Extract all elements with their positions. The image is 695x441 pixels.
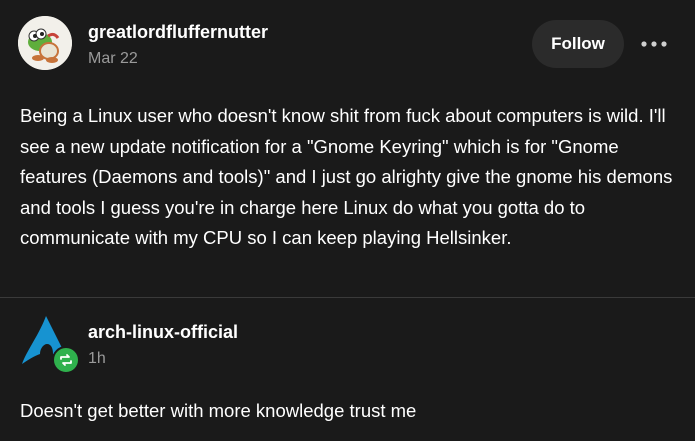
post-header: greatlordfluffernutter Mar 22 Follow (18, 16, 678, 72)
reblog-icon (60, 354, 72, 366)
post-divider (0, 297, 695, 298)
reblog-body-text: Doesn't get better with more knowledge t… (20, 400, 417, 421)
reblog-timestamp[interactable]: 1h (88, 350, 106, 368)
avatar[interactable] (18, 16, 72, 70)
more-horizontal-icon (641, 41, 667, 47)
reblog-username[interactable]: arch-linux-official (88, 322, 238, 343)
more-options-button[interactable] (636, 30, 672, 58)
post-timestamp[interactable]: Mar 22 (88, 50, 138, 68)
reblog-header: arch-linux-official 1h (20, 314, 620, 374)
arch-linux-avatar[interactable] (20, 314, 80, 374)
yoshi-avatar-icon (18, 16, 72, 70)
reblog-badge (52, 346, 80, 374)
post-username[interactable]: greatlordfluffernutter (88, 22, 268, 43)
original-post: greatlordfluffernutter Mar 22 Follow Bei… (0, 0, 695, 298)
follow-button[interactable]: Follow (532, 20, 624, 68)
post-body-text: Being a Linux user who doesn't know shit… (20, 105, 673, 248)
